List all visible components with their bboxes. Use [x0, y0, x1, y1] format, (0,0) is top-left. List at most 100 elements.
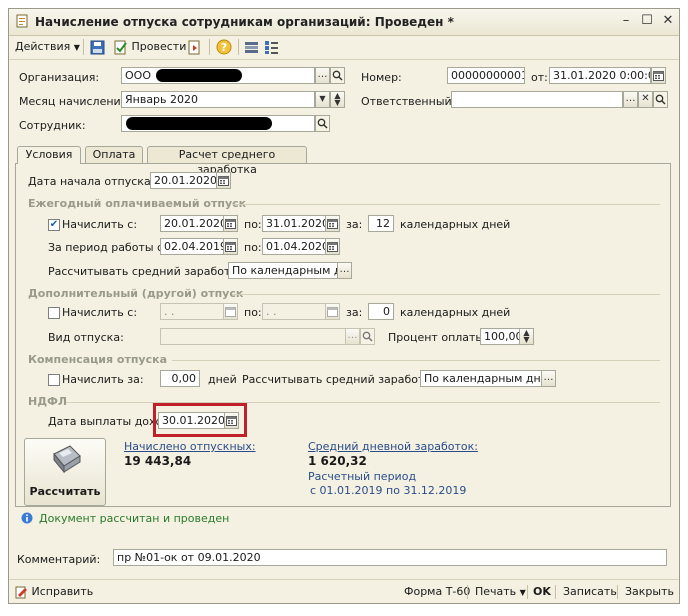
document-date-calendar-button[interactable] — [651, 67, 666, 84]
calendar-icon — [327, 242, 338, 252]
annual-average-select-button[interactable]: … — [337, 262, 352, 279]
minimize-button[interactable]: – — [619, 14, 633, 28]
search-icon[interactable] — [330, 67, 345, 84]
compensation-average-field[interactable]: По календарным дням — [420, 370, 542, 387]
additional-from-field[interactable]: . . — [160, 303, 224, 320]
organization-select-button[interactable]: … — [315, 67, 330, 84]
print-menu-button[interactable]: Печать ▼ — [475, 585, 526, 598]
compensation-days-unit: дней — [208, 373, 237, 386]
employee-field[interactable] — [121, 115, 315, 132]
help-icon[interactable]: ? — [216, 39, 232, 55]
accrual-month-field[interactable]: Январь 2020 — [121, 91, 315, 108]
additional-from-calendar-button[interactable] — [223, 303, 238, 320]
calculation-period-label: Расчетный период — [308, 470, 417, 483]
accrued-vacation-link[interactable]: Начислено отпускных: — [124, 440, 256, 453]
average-daily-earnings-link[interactable]: Средний дневной заработок: — [308, 440, 478, 453]
close-button[interactable]: Закрыть — [625, 585, 674, 598]
number-field[interactable]: 00000000001 — [447, 67, 525, 84]
vacation-kind-label: Вид отпуска: — [48, 331, 124, 344]
document-movements-icon[interactable] — [187, 40, 202, 55]
responsible-select-button[interactable]: … — [623, 91, 638, 108]
calendar-icon — [226, 416, 237, 426]
annual-accrue-checkbox[interactable]: ✔ — [48, 219, 60, 231]
annual-days-field[interactable]: 12 — [368, 215, 394, 232]
search-icon[interactable] — [315, 115, 330, 132]
work-period-from-field[interactable]: 02.04.2019 — [160, 238, 224, 255]
compensation-accrue-label: Начислить за: — [62, 373, 144, 386]
organization-field[interactable]: ООО — [121, 67, 315, 84]
clear-icon[interactable]: ✕ — [638, 91, 653, 108]
calendar-icon — [225, 307, 236, 317]
percent-stepper[interactable]: ▲ ▼ — [519, 328, 534, 345]
form-t60-button[interactable]: Форма Т-60 — [404, 585, 470, 598]
additional-for-label: за: — [346, 306, 363, 319]
annual-to-calendar-button[interactable] — [325, 215, 340, 232]
svg-text:?: ? — [221, 41, 227, 54]
payout-date-field[interactable]: 30.01.2020 — [158, 412, 226, 429]
calculate-button[interactable]: Рассчитать — [24, 438, 106, 506]
fix-button[interactable]: Исправить — [15, 585, 93, 599]
work-period-label: За период работы с: — [48, 241, 167, 254]
edit-icon — [15, 586, 27, 598]
calculator-icon — [53, 445, 81, 474]
calendar-icon — [225, 242, 236, 252]
close-window-button[interactable]: ✕ — [661, 14, 675, 28]
conditions-panel: Дата начала отпуска: 20.01.2020 Ежегодны… — [15, 163, 671, 507]
vacation-start-calendar-button[interactable] — [216, 172, 231, 189]
save-icon[interactable] — [90, 40, 105, 55]
annual-from-calendar-button[interactable] — [223, 215, 238, 232]
ok-button[interactable]: OK — [533, 585, 551, 598]
comment-field[interactable]: пр №01-ок от 09.01.2020 — [113, 549, 667, 566]
actions-menu-button[interactable]: Действия ▼ — [15, 38, 80, 56]
additional-days-field[interactable]: 0 — [368, 303, 394, 320]
month-dropdown-button[interactable]: ▼ — [315, 91, 330, 108]
calendar-icon — [327, 219, 338, 229]
status-message: Документ рассчитан и проведен — [39, 512, 230, 525]
post-button-label: Провести — [131, 40, 187, 53]
vacation-kind-field[interactable] — [160, 328, 346, 345]
additional-to-field[interactable]: . . — [262, 303, 326, 320]
compensation-accrue-checkbox[interactable] — [48, 374, 60, 386]
annual-vacation-heading: Ежегодный оплачиваемый отпуск — [28, 197, 247, 210]
additional-accrue-checkbox[interactable] — [48, 307, 60, 319]
vacation-start-field[interactable]: 20.01.2020 — [150, 172, 218, 189]
search-icon[interactable] — [653, 91, 668, 108]
compensation-days-field[interactable]: 0,00 — [160, 370, 200, 387]
structure-icon[interactable] — [264, 40, 279, 55]
annual-to-field[interactable]: 31.01.2020 — [262, 215, 326, 232]
document-date-field[interactable]: 31.01.2020 0:00:00 — [549, 67, 651, 84]
list-icon[interactable] — [244, 40, 259, 55]
calendar-icon — [327, 307, 338, 317]
work-period-to-calendar-button[interactable] — [325, 238, 340, 255]
tab-conditions[interactable]: Условия — [17, 146, 81, 164]
annual-to-label: по: — [244, 218, 262, 231]
additional-accrue-label: Начислить с: — [62, 306, 138, 319]
additional-vacation-heading: Дополнительный (другой) отпуск — [28, 287, 244, 300]
maximize-button[interactable]: ☐ — [640, 14, 654, 28]
responsible-field[interactable] — [451, 91, 623, 108]
tab-average-earnings[interactable]: Расчет среднего заработка — [147, 146, 307, 176]
annual-from-field[interactable]: 20.01.2020 — [160, 215, 224, 232]
calendar-icon — [653, 71, 664, 81]
info-icon — [21, 512, 33, 524]
payout-date-calendar-button[interactable] — [224, 412, 239, 429]
compensation-average-select-button[interactable]: … — [541, 370, 556, 387]
annual-average-label: Рассчитывать средний заработок: — [48, 265, 248, 278]
post-button[interactable]: Провести — [113, 38, 186, 56]
work-period-to-field[interactable]: 01.04.2020 — [262, 238, 326, 255]
accrued-vacation-value: 19 443,84 — [124, 454, 192, 468]
payment-percent-field[interactable]: 100,00 — [480, 328, 520, 345]
search-icon[interactable] — [360, 328, 375, 345]
additional-to-calendar-button[interactable] — [325, 303, 340, 320]
month-stepper[interactable]: ▲ ▼ — [330, 91, 345, 108]
average-daily-earnings-value: 1 620,32 — [308, 454, 367, 468]
save-button[interactable]: Записать — [563, 585, 617, 598]
annual-average-field[interactable]: По календарным дня — [228, 262, 338, 279]
tab-payment[interactable]: Оплата — [85, 146, 143, 163]
vacation-kind-select-button[interactable]: … — [345, 328, 360, 345]
title-bar: Начисление отпуска сотрудникам организац… — [9, 9, 679, 36]
footer-separator — [527, 585, 528, 599]
calendar-icon — [218, 176, 229, 186]
work-period-from-calendar-button[interactable] — [223, 238, 238, 255]
print-button-label: Печать — [475, 585, 517, 598]
